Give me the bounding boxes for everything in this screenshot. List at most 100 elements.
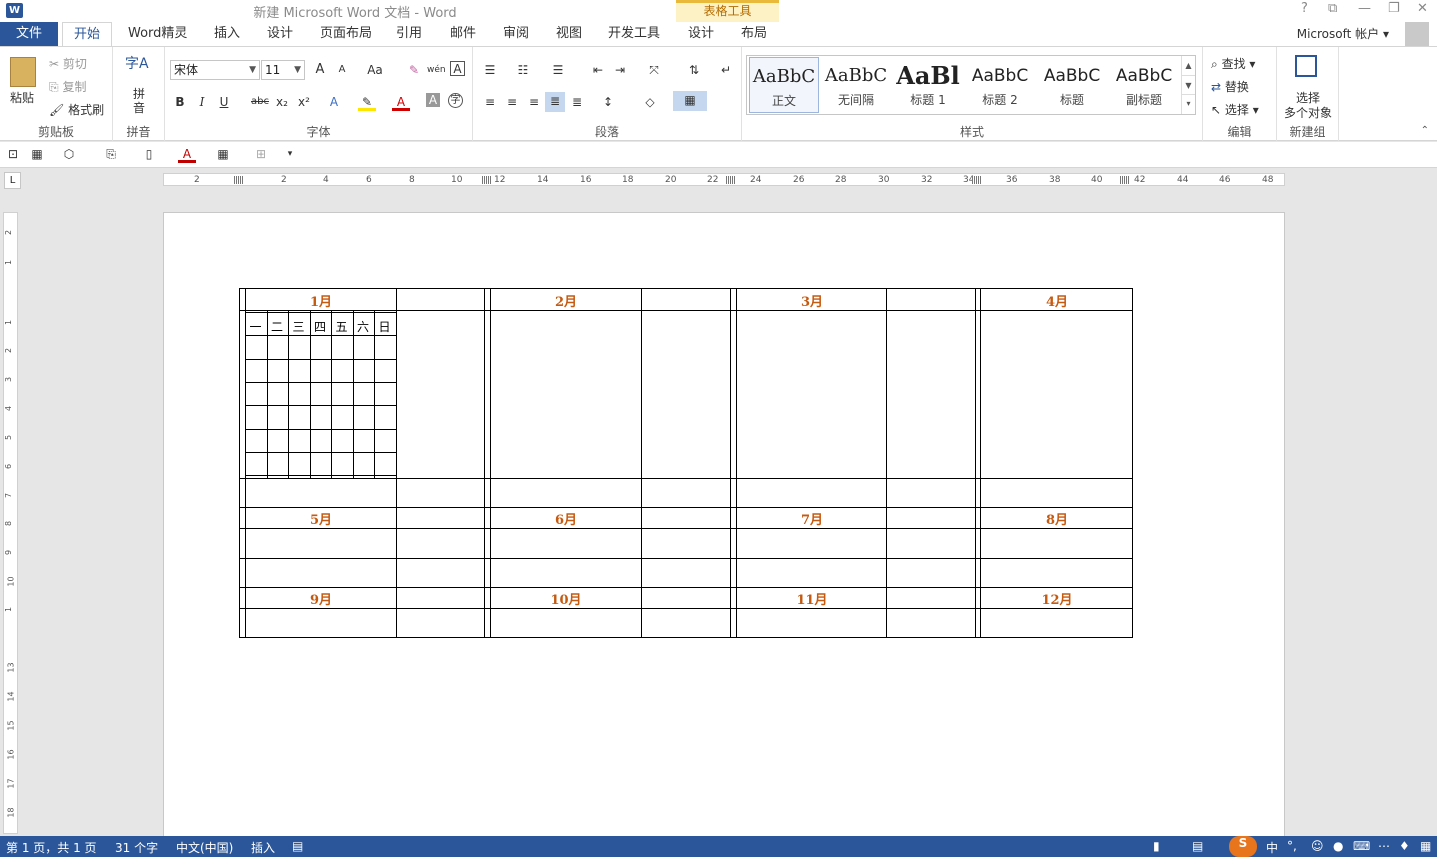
column-marker[interactable] — [726, 176, 736, 184]
enclose-char-icon[interactable]: 字 — [448, 93, 463, 108]
grow-font-icon[interactable]: A — [311, 61, 329, 79]
tab-page-layout[interactable]: 页面布局 — [320, 22, 372, 46]
clear-format-icon[interactable]: ✎ — [405, 61, 423, 79]
pinyin-button[interactable]: 拼音 — [133, 87, 147, 115]
select-objects-icon[interactable] — [1295, 55, 1317, 77]
ime-mode[interactable]: 中 — [1266, 839, 1278, 856]
style-heading-2[interactable]: AaBbC 标题 2 — [965, 57, 1035, 113]
decrease-indent-icon[interactable]: ⇤ — [589, 61, 607, 79]
char-border-icon[interactable]: A — [450, 61, 465, 76]
copy-button[interactable]: ⎘ 复制 — [49, 78, 86, 95]
find-button[interactable]: ⌕ 查找 ▾ — [1211, 55, 1255, 72]
asian-layout-icon[interactable]: ⤧ — [645, 61, 663, 79]
ribbon-display-icon[interactable]: ⧉ — [1328, 1, 1337, 16]
customize-toolbar-icon[interactable]: ▾ — [281, 145, 299, 163]
column-marker[interactable] — [234, 176, 244, 184]
ime-punct[interactable]: °, — [1287, 839, 1297, 853]
paragraph-icon[interactable]: ⎘ — [102, 145, 120, 163]
help-icon[interactable]: ? — [1301, 1, 1308, 16]
page-count[interactable]: 第 1 页，共 1 页 — [6, 839, 97, 856]
multilevel-list-icon[interactable]: ☰ — [549, 61, 567, 79]
tab-table-design[interactable]: 设计 — [688, 22, 714, 46]
replace-button[interactable]: ⇄ 替换 — [1211, 78, 1249, 95]
paste-button[interactable]: 粘贴 — [10, 89, 34, 106]
toolbox-icon[interactable]: ▦ — [1420, 839, 1431, 853]
language-status[interactable]: 中文(中国) — [176, 839, 233, 856]
close-button[interactable]: ✕ — [1417, 1, 1428, 16]
style-title[interactable]: AaBbC 标题 — [1037, 57, 1107, 113]
word-count[interactable]: 31 个字 — [115, 839, 158, 856]
borders-icon[interactable]: ▦ — [673, 91, 707, 111]
shapes-icon[interactable]: ⬡ — [60, 145, 78, 163]
skin-icon[interactable]: ♦ — [1399, 839, 1410, 853]
justify-icon[interactable]: ≣ — [545, 92, 565, 112]
avatar[interactable] — [1405, 22, 1429, 46]
emoji-icon[interactable]: ☺ — [1311, 839, 1324, 853]
font-color-icon[interactable]: A — [178, 145, 196, 163]
mic-icon[interactable]: ● — [1333, 839, 1343, 853]
change-case-icon[interactable]: Aa — [362, 61, 388, 79]
font-size-combo[interactable]: 11 ▼ — [261, 60, 305, 80]
char-shading-icon[interactable]: A — [426, 93, 440, 107]
strikethrough-icon[interactable]: abc — [249, 93, 271, 111]
page-icon[interactable]: ▯ — [140, 145, 158, 163]
bold-icon[interactable]: B — [171, 93, 189, 111]
show-marks-icon[interactable]: ↵ — [717, 61, 735, 79]
cut-button[interactable]: ✂ 剪切 — [49, 55, 87, 72]
style-heading-1[interactable]: AaBl 标题 1 — [893, 57, 963, 113]
select-objects-line2[interactable]: 多个对象 — [1284, 104, 1332, 121]
column-marker[interactable] — [972, 176, 982, 184]
collapse-ribbon-icon[interactable]: ⌃ — [1421, 125, 1429, 136]
horizontal-ruler[interactable]: 2 2 4 6 8 10 12 14 16 18 20 22 24 26 28 30 32 34 36 38 40 42 4… — [163, 173, 1285, 186]
tab-review[interactable]: 审阅 — [503, 22, 529, 46]
align-center-icon[interactable]: ≡ — [503, 93, 521, 111]
keyboard-icon[interactable]: ⌨ — [1353, 839, 1370, 853]
borders-icon[interactable]: ▦ — [214, 145, 232, 163]
insert-mode[interactable]: 插入 — [251, 839, 275, 856]
shading-icon[interactable]: ◇ — [641, 93, 659, 111]
style-subtitle[interactable]: AaBbC 副标题 — [1109, 57, 1179, 113]
tab-developer[interactable]: 开发工具 — [608, 22, 660, 46]
phonetic-guide-icon[interactable]: wén — [427, 61, 446, 79]
macro-icon[interactable]: ▤ — [292, 839, 303, 853]
italic-icon[interactable]: I — [193, 93, 211, 111]
bullets-icon[interactable]: ☰ — [481, 61, 499, 79]
highlight-icon[interactable]: ✎ — [358, 93, 376, 111]
tab-home[interactable]: 开始 — [62, 22, 112, 47]
tab-selector[interactable]: L — [4, 172, 21, 189]
tab-table-layout[interactable]: 布局 — [741, 22, 767, 46]
align-left-icon[interactable]: ≡ — [481, 93, 499, 111]
select-button[interactable]: ↖ 选择 ▾ — [1211, 101, 1259, 118]
increase-indent-icon[interactable]: ⇥ — [611, 61, 629, 79]
maximize-button[interactable]: ❐ — [1388, 1, 1400, 16]
numbering-icon[interactable]: ☷ — [514, 61, 532, 79]
table-icon[interactable]: ▦ — [28, 145, 46, 163]
tab-file[interactable]: 文件 — [0, 22, 58, 46]
calendar-table[interactable]: 1月 2月 3月 4月 5月 6月 7月 8月 9月 10月 11月 12月 一二三四五六日 — [239, 288, 1133, 638]
insert-table-icon[interactable]: ⊞ — [252, 145, 270, 163]
format-painter-button[interactable]: 🖌 格式刷 — [49, 101, 104, 118]
shrink-font-icon[interactable]: A — [333, 61, 351, 79]
tab-mailings[interactable]: 邮件 — [450, 22, 476, 46]
grid-icon[interactable]: ⋯ — [1378, 839, 1390, 853]
column-marker[interactable] — [1120, 176, 1130, 184]
tab-design[interactable]: 设计 — [267, 22, 293, 46]
gallery-more-icon[interactable]: ▾ — [1182, 94, 1195, 112]
tab-references[interactable]: 引用 — [396, 22, 422, 46]
subscript-icon[interactable]: x₂ — [273, 93, 291, 111]
distributed-icon[interactable]: ≣ — [568, 93, 586, 111]
tab-word-wizard[interactable]: Word精灵 — [128, 22, 187, 46]
underline-icon[interactable]: U — [215, 93, 233, 111]
superscript-icon[interactable]: x² — [295, 93, 313, 111]
sogou-ime-icon[interactable]: S — [1229, 836, 1257, 857]
minimize-button[interactable]: — — [1358, 1, 1371, 16]
column-marker[interactable] — [482, 176, 492, 184]
vertical-ruler[interactable]: 2 1 1 2 3 4 5 6 7 8 9 10 1 13 14 15 16 17 18 — [3, 212, 18, 834]
gallery-scroll[interactable]: ▲ ▼ ▾ — [1181, 56, 1195, 114]
style-normal[interactable]: AaBbC 正文 — [749, 57, 819, 113]
tab-insert[interactable]: 插入 — [214, 22, 240, 46]
nav-pane-icon[interactable]: ⊡ — [4, 145, 22, 163]
text-effects-icon[interactable]: A — [325, 93, 343, 111]
align-right-icon[interactable]: ≡ — [525, 93, 543, 111]
print-layout-icon[interactable]: ▤ — [1192, 839, 1203, 853]
